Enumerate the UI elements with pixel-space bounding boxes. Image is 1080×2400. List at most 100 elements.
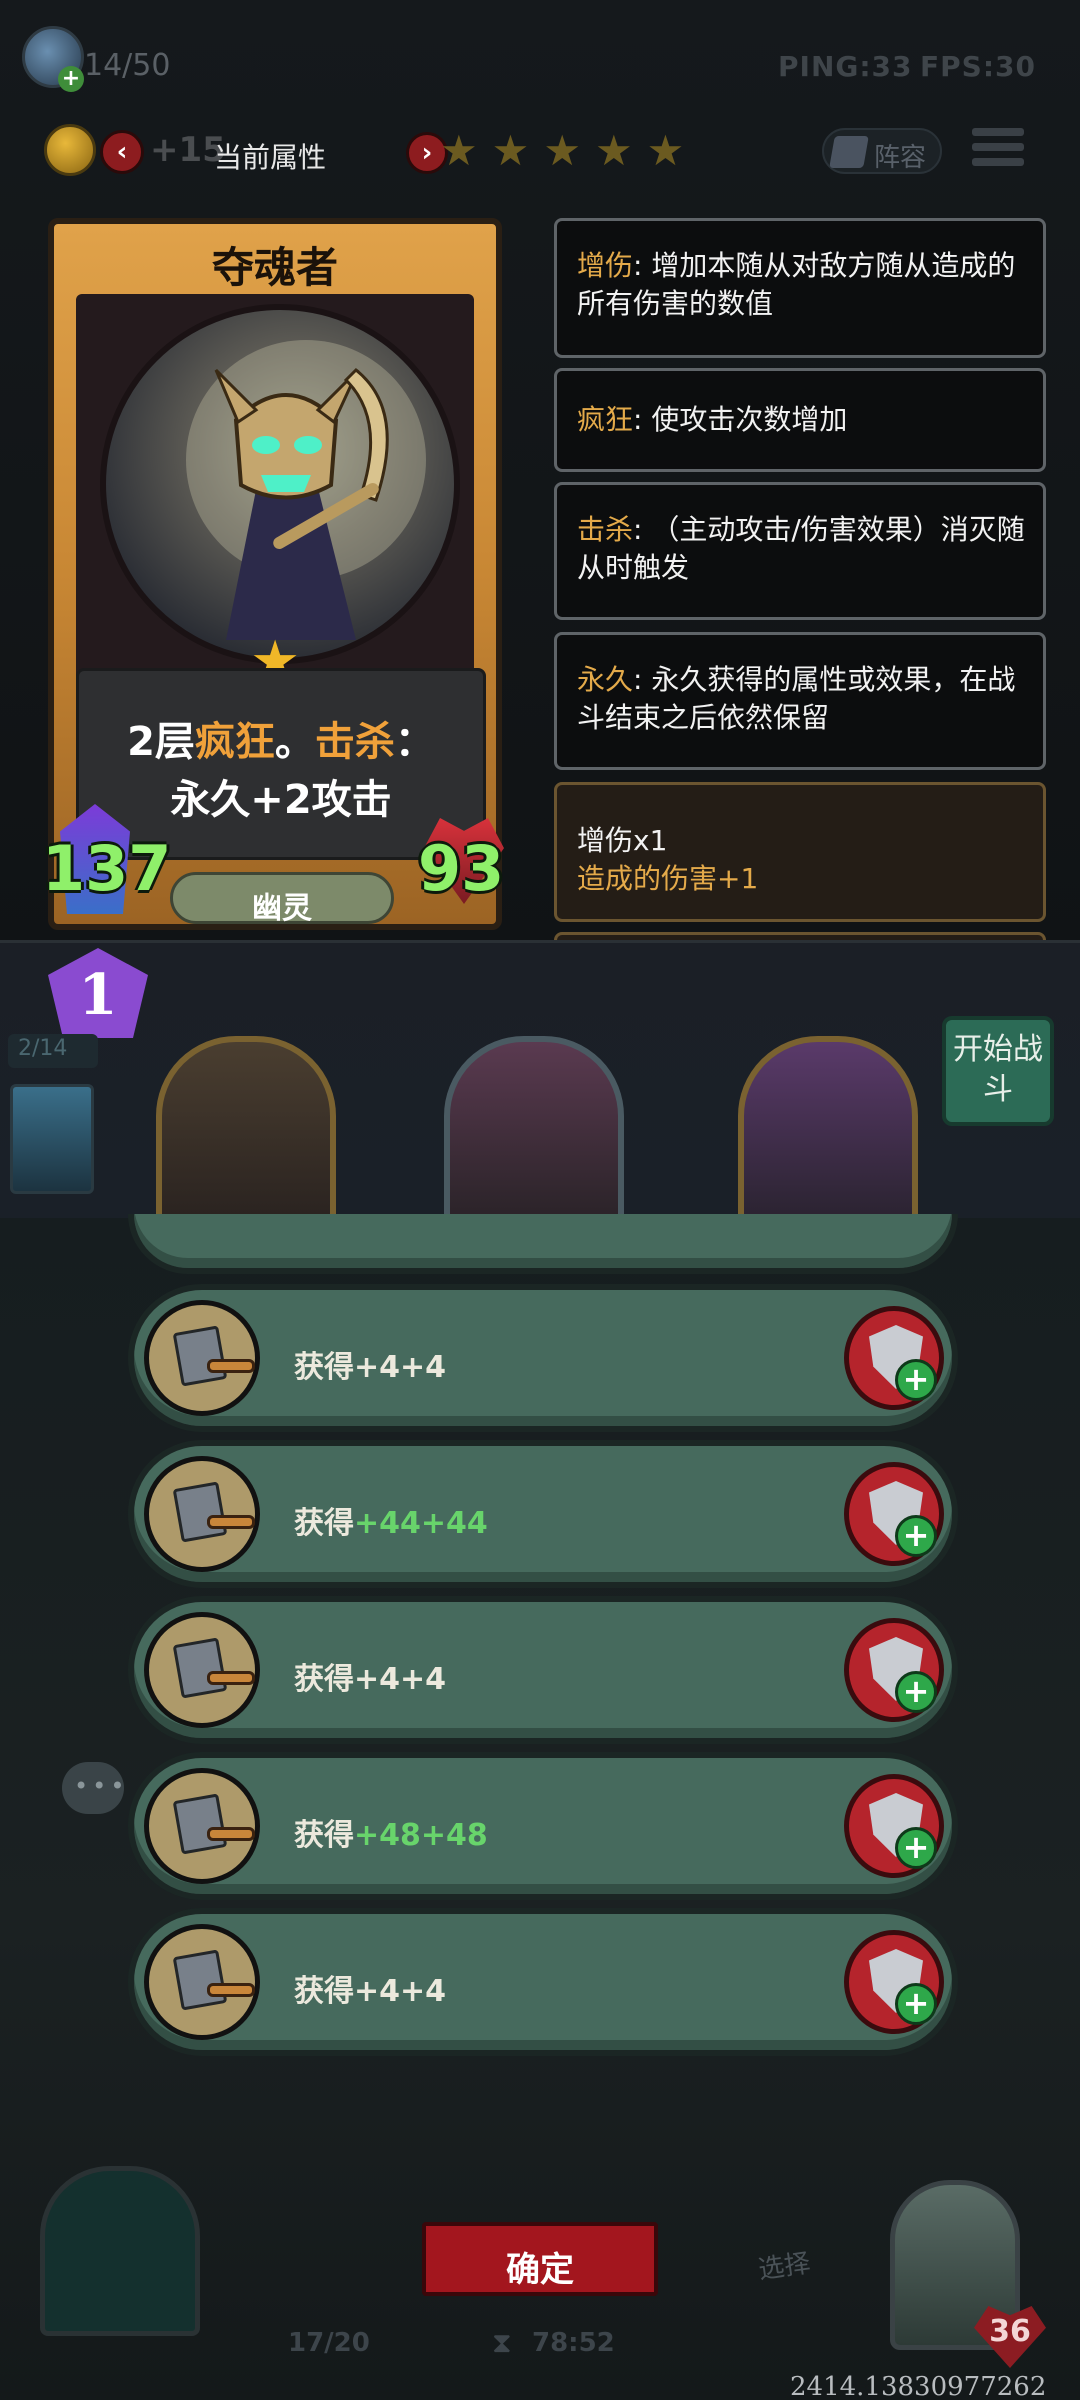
board-minion-card[interactable] (738, 1036, 918, 1226)
game-screen: { "status": { "player_count": "14/50", "… (0, 0, 1080, 2400)
attribute-title: 当前属性 (214, 141, 327, 174)
confirm-label: 确定 (506, 2250, 574, 2290)
option-attack: +4 (354, 1350, 401, 1385)
option-health: +4 (400, 1974, 447, 2009)
star-icon: ★ (594, 126, 633, 175)
option-health: +4 (400, 1350, 447, 1385)
hammer-icon (144, 1612, 260, 1728)
lineup-button[interactable]: 阵容 (822, 128, 942, 174)
add-shield-button[interactable]: + (844, 1930, 944, 2034)
lineup-label: 阵容 (874, 143, 927, 173)
player-count: 14/50 (84, 48, 171, 83)
hammer-icon (144, 1300, 260, 1416)
keyword-text: 增伤: 增加本随从对敌方随从造成的所有伤害的数值 (577, 247, 1025, 323)
list-item[interactable]: 获得+4+4 + (128, 1284, 958, 1432)
keyword-name: 永久 (577, 663, 634, 696)
hourglass-icon: ⧗ (492, 2326, 512, 2359)
keyword-name: 疯狂 (577, 403, 634, 436)
confirm-button[interactable]: 确定 (422, 2222, 658, 2296)
description-text: 2层 (127, 719, 195, 765)
option-health: +48 (420, 1818, 488, 1853)
coordinate-readout: 2414.13830977262 (790, 2372, 1047, 2400)
list-item[interactable]: 获得+4+4 + (128, 1908, 958, 2056)
plus-icon: + (895, 1671, 937, 1713)
star-icon: ★ (543, 126, 581, 175)
select-hint: 选择 (756, 2248, 813, 2286)
option-attack: +48 (354, 1818, 421, 1853)
keyword-panel-madness: 疯狂: 使攻击次数增加 (554, 368, 1046, 472)
option-label: 获得+4+4 (294, 1342, 446, 1386)
add-friend-icon[interactable]: + (58, 66, 84, 92)
keyword-panel-kill: 击杀: （主动攻击/伤害效果）消灭随从时触发 (554, 482, 1046, 620)
board-minion-card[interactable] (444, 1036, 624, 1226)
menu-icon[interactable] (972, 128, 1024, 174)
add-shield-button[interactable]: + (844, 1462, 944, 1566)
description-text: 。 (274, 719, 315, 765)
minion-count: 2/14 (18, 1036, 68, 1061)
start-battle-button[interactable]: 开始战斗 (942, 1016, 1054, 1126)
option-attack: +4 (354, 1974, 401, 2009)
option-label: 获得+4+4 (294, 1654, 446, 1698)
keyword-text: 疯狂: 使攻击次数增加 (577, 401, 1025, 439)
top-status-bar: + 14/50 PING:33 FPS:30 (0, 0, 1080, 130)
hammer-icon (144, 1456, 260, 1572)
list-item[interactable]: 获得+48+48 + (128, 1752, 958, 1900)
option-health: +4 (400, 1662, 447, 1697)
minion-portrait (100, 304, 460, 664)
option-label: 获得+48+48 (294, 1810, 488, 1854)
deck-count: 17/20 (288, 2328, 370, 2358)
list-item-partial (128, 1214, 958, 1274)
star-icon: ★ (491, 126, 530, 175)
plus-icon: + (895, 1827, 937, 1869)
option-prefix: 获得 (294, 1974, 354, 2009)
add-shield-button[interactable]: + (844, 1306, 944, 1410)
gold-coin-icon (44, 124, 96, 176)
hammer-icon (144, 1768, 260, 1884)
list-item[interactable]: 获得+44+44 + (128, 1440, 958, 1588)
buff-effect: 造成的伤害+1 (577, 862, 759, 895)
option-prefix: 获得 (294, 1350, 354, 1385)
buff-panel: 增伤x1 造成的伤害+1 (554, 782, 1046, 922)
add-shield-button[interactable]: + (844, 1774, 944, 1878)
keyword-separator: : (633, 249, 652, 282)
option-label: 获得+4+4 (294, 1966, 446, 2010)
option-health: +44 (420, 1506, 488, 1541)
hero-portrait[interactable] (10, 1084, 94, 1194)
description-text: ： (394, 719, 435, 765)
list-item[interactable]: 获得+4+4 + (128, 1596, 958, 1744)
round-number: 1 (78, 962, 118, 1028)
attack-value: 137 (42, 832, 172, 905)
tavern-star-rating: ★ ★ ★ ★ ★ (440, 130, 684, 172)
keyword-text: 永久: 永久获得的属性或效果，在战斗结束之后依然保留 (577, 661, 1025, 737)
buff-name: 增伤x1 (577, 824, 668, 857)
shop-frame[interactable] (40, 2166, 200, 2336)
attribute-prev-button[interactable]: ‹ (100, 130, 144, 174)
player-level: 36 (989, 2314, 1031, 2349)
ping-readout: PING:33 (778, 50, 913, 83)
keyword-panel-permanent: 永久: 永久获得的属性或效果，在战斗结束之后依然保留 (554, 632, 1046, 770)
chat-icon[interactable]: ••• (62, 1762, 124, 1814)
add-shield-button[interactable]: + (844, 1618, 944, 1722)
keyword-name: 增伤 (577, 249, 634, 282)
board-minion-card[interactable] (156, 1036, 336, 1226)
keyword-kill: 击杀 (314, 719, 395, 765)
keyword-madness: 疯狂 (194, 719, 275, 765)
option-label: 获得+44+44 (294, 1498, 488, 1542)
option-prefix: 获得 (294, 1506, 354, 1541)
description-line-1: 2层疯狂。击杀： (79, 709, 483, 767)
card-name: 夺魂者 (211, 243, 338, 292)
start-battle-label: 开始战斗 (953, 1032, 1043, 1107)
attack-badge: 137 (42, 804, 171, 918)
turn-timer: 78:52 (532, 2328, 615, 2358)
star-icon: ★ (646, 126, 685, 175)
keyword-panel-damage-boost: 增伤: 增加本随从对敌方随从造成的所有伤害的数值 (554, 218, 1046, 358)
option-attack: +4 (354, 1662, 401, 1697)
health-badge: 93 (404, 808, 524, 918)
hammer-icon (144, 1924, 260, 2040)
keyword-separator: : (633, 663, 652, 696)
keyword-name: 击杀 (577, 513, 634, 546)
tribe-label: 幽灵 (252, 891, 312, 926)
plus-icon: + (895, 1983, 937, 2025)
keyword-separator: : (633, 403, 652, 436)
health-value: 93 (418, 832, 505, 905)
